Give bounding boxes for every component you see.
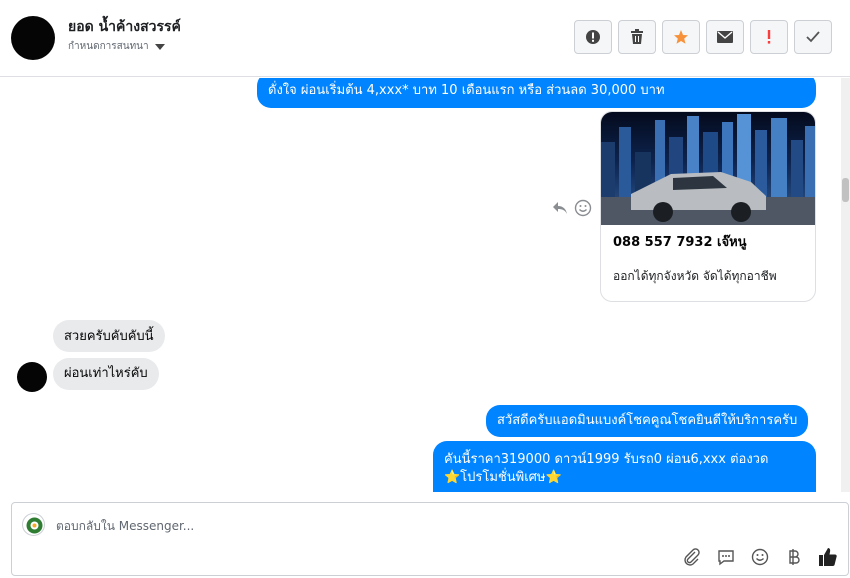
thread-scrollbar[interactable] [841,78,850,492]
reply-input[interactable]: ตอบกลับใน Messenger... [56,517,194,536]
speech-bubble-icon [718,550,734,566]
message-text: สวยครับคับคับนี้ [64,329,154,344]
message-text: คันนี้ราคา319000 ดาวน์1999 รับรถ0 ผ่อน6,… [444,452,769,467]
checkmark-icon [806,31,820,43]
spam-button[interactable] [574,20,612,54]
composer-actions [682,547,838,567]
reply-icon[interactable] [551,199,569,217]
message-text: ดั่งใจ ผ่อนเริ่มต้น 4,xxx* บาท 10 เดือนแ… [268,83,665,98]
message-thread[interactable]: ดั่งใจ ผ่อนเริ่มต้น 4,xxx* บาท 10 เดือนแ… [0,78,850,492]
contact-name[interactable]: ยอด น้ำค้างสวรรค์ [68,16,181,38]
attachment-card[interactable]: 088 557 7932 เจ๊หนู ออกได้ทุกจังหวัด จัด… [600,111,816,302]
message-text: ผ่อนเท่าไหร่คับ [64,366,148,381]
scrollbar-thumb[interactable] [842,178,849,202]
contact-avatar[interactable] [11,16,55,60]
conversation-header: ยอด น้ำค้างสวรรค์ กำหนดการสนทนา [0,0,850,77]
card-subtitle: ออกได้ทุกจังหวัด จัดได้ทุกอาชีพ [613,269,777,283]
mark-done-button[interactable] [794,20,832,54]
outgoing-message[interactable]: สวัสดีครับแอดมินแบงค์โชคคูณโชคยินดีให้บร… [486,405,809,437]
smiley-icon [751,548,769,566]
outgoing-message[interactable]: คันนี้ราคา319000 ดาวน์1999 รับรถ0 ผ่อน6,… [433,441,816,492]
conversation-toolbar [574,20,832,54]
incoming-message[interactable]: สวยครับคับคับนี้ [53,320,165,352]
message-text: สวัสดีครับแอดมินแบงค์โชคคูณโชคยินดีให้บร… [497,413,798,428]
paperclip-icon [684,548,700,566]
outgoing-message[interactable]: ดั่งใจ ผ่อนเริ่มต้น 4,xxx* บาท 10 เดือนแ… [257,78,816,108]
like-button[interactable] [818,547,838,567]
card-title: 088 557 7932 เจ๊หนู [613,235,747,250]
page-avatar [22,513,45,536]
alert-circle-icon [586,30,600,44]
assign-conversation-dropdown[interactable]: กำหนดการสนทนา [68,39,165,54]
saved-replies-button[interactable] [716,547,736,567]
follow-up-button[interactable] [750,20,788,54]
emoji-button[interactable] [750,547,770,567]
trash-icon [631,29,643,44]
exclamation-icon [767,30,771,44]
baht-icon [789,549,800,565]
thumbs-up-icon [819,548,837,566]
star-icon [674,30,688,44]
react-emoji-icon[interactable] [574,199,592,217]
caret-down-icon [154,43,165,50]
payment-button[interactable] [784,547,804,567]
assign-label: กำหนดการสนทนา [68,41,149,52]
envelope-icon [717,31,733,43]
attach-button[interactable] [682,547,702,567]
sender-avatar[interactable] [17,362,47,392]
reply-composer[interactable]: ตอบกลับใน Messenger... [11,502,849,576]
star-button[interactable] [662,20,700,54]
incoming-message[interactable]: ผ่อนเท่าไหร่คับ [53,358,159,390]
delete-button[interactable] [618,20,656,54]
truck-city-photo[interactable] [601,112,815,225]
message-text: ⭐โปรโมชั่นพิเศษ⭐ [444,470,562,485]
mark-unread-button[interactable] [706,20,744,54]
